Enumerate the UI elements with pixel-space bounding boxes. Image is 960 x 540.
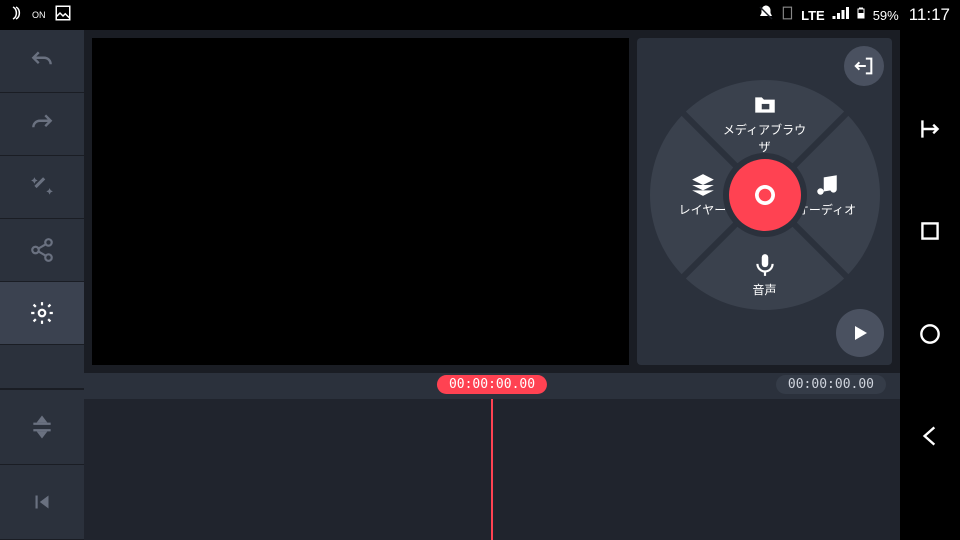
timeline[interactable]: 00:00:00.00 00:00:00.00 [84,373,900,540]
clock: 11:17 [909,5,950,25]
record-button[interactable] [729,159,801,231]
android-nav-bar [900,30,960,540]
magic-button[interactable] [0,156,84,219]
overview-button[interactable] [917,321,943,352]
timeline-ruler[interactable]: 00:00:00.00 00:00:00.00 [84,373,900,399]
undo-button[interactable] [0,30,84,93]
total-time: 00:00:00.00 [776,375,886,394]
redo-button[interactable] [0,93,84,156]
left-toolbar [0,30,84,540]
back-button[interactable] [917,423,943,454]
nfc-icon [10,4,28,26]
nfc-label: ON [32,10,46,20]
recent-apps-button[interactable] [917,116,943,147]
video-preview[interactable] [92,38,629,365]
split-button[interactable] [0,390,84,465]
signal-icon [831,4,849,26]
battery-icon [855,4,867,26]
voice-button[interactable]: 音声 [720,252,810,298]
mute-icon [757,4,775,26]
play-button[interactable] [836,309,884,357]
sim-icon [781,4,795,26]
action-wheel: メディアブラウザ レイヤー オーディオ 音声 [650,80,880,310]
layer-label: レイヤー [679,201,727,218]
action-wheel-panel: メディアブラウザ レイヤー オーディオ 音声 [637,38,892,365]
exit-button[interactable] [844,46,884,86]
home-button[interactable] [917,218,943,249]
share-button[interactable] [0,219,84,282]
network-type: LTE [801,8,825,23]
media-browser-button[interactable]: メディアブラウザ [720,92,810,155]
skip-previous-button[interactable] [0,465,84,540]
playhead-time: 00:00:00.00 [437,375,547,394]
audio-label: オーディオ [797,201,856,218]
battery-percent: 59% [873,8,899,23]
image-icon [54,4,72,26]
android-status-bar: ON LTE 59% 11:17 [0,0,960,30]
playhead-line[interactable] [491,399,493,540]
media-label: メディアブラウザ [720,121,810,155]
voice-label: 音声 [752,281,776,298]
settings-button[interactable] [0,282,84,345]
